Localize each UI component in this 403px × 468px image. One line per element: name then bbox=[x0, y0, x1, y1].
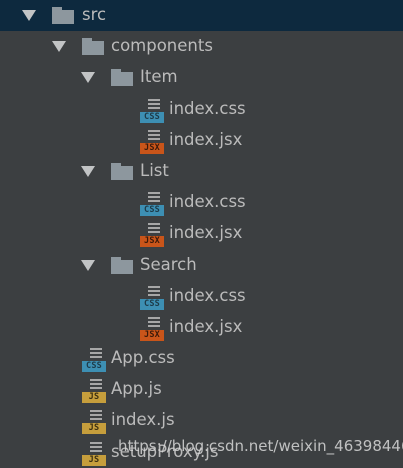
tree-file-row[interactable]: CSS index.css bbox=[0, 94, 403, 125]
tree-file-row[interactable]: CSS index.css bbox=[0, 281, 403, 312]
tree-file-row[interactable]: JS App.js bbox=[0, 374, 403, 405]
js-file-icon: JS bbox=[82, 440, 106, 466]
file-type-badge: JS bbox=[82, 423, 106, 435]
folder-label: src bbox=[82, 5, 107, 24]
file-type-badge: JSX bbox=[140, 236, 164, 248]
folder-label: components bbox=[111, 36, 213, 56]
folder-icon bbox=[52, 7, 74, 24]
expand-arrow-icon[interactable] bbox=[81, 72, 95, 84]
css-file-icon: CSS bbox=[140, 190, 164, 217]
file-type-badge: JS bbox=[82, 392, 106, 404]
tree-file-row[interactable]: JSX index.jsx bbox=[0, 218, 403, 249]
tree-file-row[interactable]: JSX index.jsx bbox=[0, 312, 403, 343]
tree-folder-row[interactable]: Item bbox=[0, 62, 403, 93]
js-file-icon: JS bbox=[82, 377, 106, 404]
file-label: App.js bbox=[111, 379, 162, 399]
js-file-icon: JS bbox=[82, 408, 106, 435]
folder-icon bbox=[111, 69, 133, 87]
file-label: index.css bbox=[169, 98, 246, 118]
tree-file-row[interactable]: CSS index.css bbox=[0, 187, 403, 218]
expand-arrow-icon[interactable] bbox=[52, 41, 66, 53]
file-label: index.css bbox=[169, 285, 246, 305]
folder-label: Search bbox=[140, 254, 197, 274]
tree-folder-row[interactable]: List bbox=[0, 156, 403, 187]
file-label: index.js bbox=[111, 410, 175, 430]
file-type-badge: JSX bbox=[140, 329, 164, 341]
file-type-badge: JSX bbox=[140, 142, 164, 154]
jsx-file-icon: JSX bbox=[140, 128, 164, 154]
file-type-badge: CSS bbox=[82, 361, 106, 373]
tree-folder-row[interactable]: Search bbox=[0, 250, 403, 281]
file-label: index.jsx bbox=[169, 223, 243, 243]
folder-icon bbox=[111, 162, 133, 180]
file-label: index.css bbox=[169, 192, 246, 212]
folder-icon bbox=[82, 38, 104, 56]
jsx-file-icon: JSX bbox=[140, 315, 164, 341]
css-file-icon: CSS bbox=[140, 284, 164, 310]
watermark-text: https://blog.csdn.net/weixin_46398446 bbox=[118, 437, 403, 455]
tree-folder-row[interactable]: src bbox=[0, 0, 403, 32]
folder-label: Item bbox=[140, 67, 178, 87]
file-type-badge: CSS bbox=[140, 205, 164, 217]
expand-arrow-icon[interactable] bbox=[81, 165, 95, 177]
tree-file-row[interactable]: JS index.js bbox=[0, 405, 403, 436]
file-type-badge: CSS bbox=[140, 111, 164, 123]
file-type-badge: CSS bbox=[140, 298, 164, 310]
tree-file-row[interactable]: JSX index.jsx bbox=[0, 125, 403, 156]
tree-file-row[interactable]: CSS App.css bbox=[0, 343, 403, 374]
css-file-icon: CSS bbox=[82, 346, 106, 373]
expand-arrow-icon[interactable] bbox=[81, 259, 95, 271]
file-label: App.css bbox=[111, 348, 175, 368]
expand-arrow-icon[interactable] bbox=[22, 10, 36, 21]
project-tree: src components Item CSS index.css JSX index.js… bbox=[0, 0, 403, 468]
jsx-file-icon: JSX bbox=[140, 221, 164, 248]
file-label: index.jsx bbox=[169, 316, 243, 336]
css-file-icon: CSS bbox=[140, 97, 164, 123]
folder-label: List bbox=[140, 160, 169, 180]
file-label: index.jsx bbox=[169, 129, 243, 149]
file-type-badge: JS bbox=[82, 454, 106, 466]
folder-icon bbox=[111, 256, 133, 274]
tree-folder-row[interactable]: components bbox=[0, 31, 403, 62]
